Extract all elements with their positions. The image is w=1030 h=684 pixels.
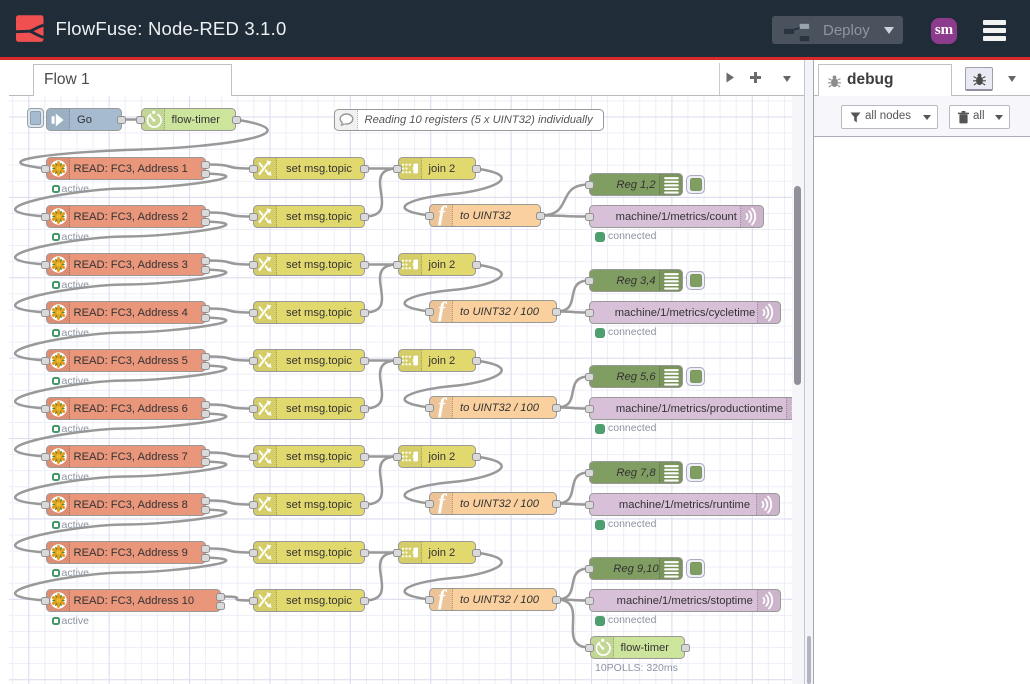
svg-text:f: f bbox=[438, 492, 448, 514]
svg-text:f: f bbox=[438, 204, 448, 226]
svg-text:f: f bbox=[438, 588, 448, 610]
svg-text:f: f bbox=[438, 300, 448, 322]
svg-text:f: f bbox=[438, 396, 448, 418]
